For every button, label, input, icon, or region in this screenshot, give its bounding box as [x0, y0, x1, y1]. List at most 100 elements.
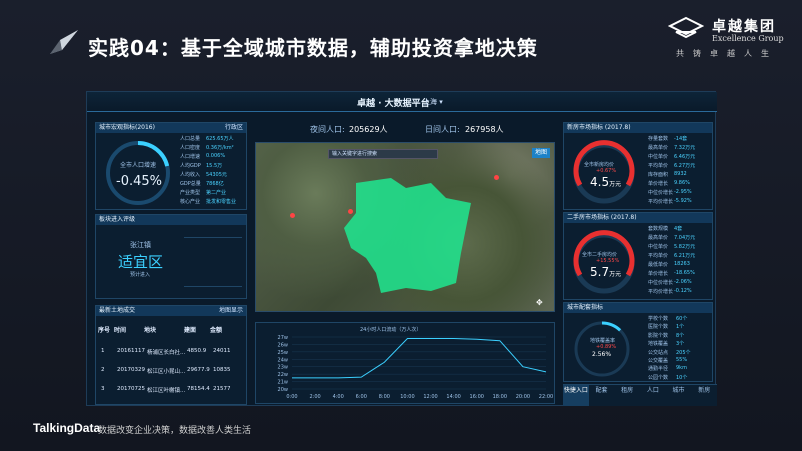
gauge-label: 地铁覆盖率 — [590, 338, 616, 344]
expand-icon[interactable]: ✥ — [536, 298, 543, 307]
quick-tabs: 快捷入口 配套 租房 人口 城市 新房 — [563, 384, 717, 406]
x-tick-label: 22:00 — [539, 394, 553, 400]
stat-row: 人口总量 625.65万人 — [180, 135, 234, 142]
brand-name-en: Excellence Group — [712, 34, 784, 43]
tab-0[interactable]: 快捷入口 — [563, 385, 589, 406]
table-cell[interactable]: 20170329 — [117, 367, 145, 373]
city-selector[interactable]: 上海 ▾ — [423, 97, 443, 107]
stat-value: 0.36万/km² — [206, 145, 234, 151]
slide: 实践04：基于全域城市数据，辅助投资拿地决策 卓越集团 Excellence G… — [0, 0, 802, 451]
stat-value: -2.06% — [674, 279, 692, 285]
table-cell[interactable]: 20161117 — [117, 348, 145, 354]
stat-key: 最高单价 — [648, 235, 669, 241]
gauge-value: 5.7万元 — [590, 265, 622, 279]
stat-row: 中位单价 5.82万元 — [648, 243, 695, 250]
map-marker-icon[interactable] — [348, 209, 353, 214]
stat-row: 公交站点 205个 — [648, 349, 691, 356]
stat-key: 人口总量 — [180, 136, 201, 142]
tab-3[interactable]: 人口 — [640, 385, 666, 406]
table-cell[interactable]: 10835 — [213, 367, 231, 373]
stat-value: 60个 — [676, 316, 688, 322]
triangle-logo-icon — [50, 30, 78, 54]
x-tick-label: 16:00 — [470, 394, 484, 400]
stat-value: 10个 — [676, 374, 688, 381]
stat-value: 7868亿 — [206, 181, 224, 187]
table-cell[interactable]: 松江区叶榭镇... — [147, 386, 185, 394]
stat-row: 人口密度 0.36万/km² — [180, 144, 234, 151]
tab-4[interactable]: 城市 — [666, 385, 692, 406]
map-button[interactable]: 地图 — [532, 148, 550, 158]
stat-value: -2.95% — [674, 189, 692, 195]
stat-row: 地铁覆盖 3个 — [648, 340, 684, 347]
stat-row: 人口增速 0.006% — [180, 153, 225, 160]
panel-title: 二手房市场指标 (2017.8) — [564, 213, 712, 223]
table-cell[interactable]: 3 — [101, 386, 105, 392]
entry-rating-panel: 板块进入评级 张江镇 适宜区 预计进入 — [95, 214, 247, 299]
stat-key: 单价增长 — [648, 271, 669, 277]
stat-value: 625.65万人 — [206, 136, 234, 142]
table-cell[interactable]: 4850.9 — [187, 348, 206, 354]
table-cell[interactable]: 杨浦区长白社... — [147, 348, 185, 356]
table-cell[interactable]: 松江区小昆山... — [147, 367, 185, 375]
stat-row: 中位价增长 -2.06% — [648, 279, 692, 286]
tab-5[interactable]: 新房 — [691, 385, 717, 406]
stat-key: 存量套数 — [648, 136, 669, 142]
stat-key: 平均价增长 — [648, 199, 674, 205]
stat-key: 医院个数 — [648, 324, 669, 331]
table-header: 序号 — [98, 327, 111, 334]
facility-panel: 城市配套指标 地铁覆盖率 +0.89% 2.56% 学校个数 60个 医院个数 1个影… — [563, 302, 713, 382]
stat-key: 公交站点 — [648, 349, 669, 356]
gauge-value: 2.56% — [592, 351, 612, 358]
tab-2[interactable]: 租房 — [614, 385, 640, 406]
y-tick-label: 23w — [278, 365, 288, 371]
stat-row: 公园个数 10个 — [648, 374, 687, 381]
stat-key: 单价增长 — [648, 181, 669, 187]
table-cell[interactable]: 24011 — [213, 348, 231, 354]
y-tick-label: 22w — [278, 372, 288, 378]
panel-title: 最新土地成交 地图显示 — [96, 306, 246, 316]
stat-value: 批发和零售业 — [206, 199, 237, 205]
stat-value: 205个 — [676, 349, 691, 356]
x-tick-label: 18:00 — [493, 394, 507, 400]
stat-row: 产业类型 第二产业 — [180, 189, 226, 196]
satellite-map[interactable]: 输入关键字进行搜索 地图 ✥ — [255, 142, 555, 312]
dashboard-title: 卓越 · 大数据平台 — [357, 99, 430, 109]
table-cell[interactable]: 2 — [101, 367, 105, 373]
tab-1[interactable]: 配套 — [589, 385, 615, 406]
table-cell[interactable]: 1 — [101, 348, 105, 354]
area-name: 张江镇 — [130, 241, 151, 249]
table-cell[interactable]: 20170725 — [117, 386, 145, 392]
district-tag[interactable]: 行政区 — [225, 123, 243, 133]
table-cell[interactable]: 78154.4 — [187, 386, 210, 392]
rating-value: 适宜区 — [118, 253, 164, 271]
stat-key: 人口密度 — [180, 145, 201, 151]
stat-value: 7.32万元 — [674, 145, 696, 151]
stat-value: 5.82万元 — [674, 244, 696, 250]
night-pop-label: 夜间人口: — [310, 125, 345, 134]
dashboard-screenshot: 卓越 · 大数据平台 上海 ▾ 夜间人口: 205629人 日间人口: 2679… — [86, 91, 717, 406]
map-marker-icon[interactable] — [290, 213, 295, 218]
map-search-input[interactable]: 输入关键字进行搜索 — [328, 149, 438, 159]
stat-key: 中位价增长 — [648, 190, 674, 196]
map-display-tag[interactable]: 地图显示 — [219, 306, 243, 316]
stat-row: 人均收入 54305元 — [180, 171, 227, 178]
table-cell[interactable]: 21577 — [213, 386, 231, 392]
stat-row: 平均价增长 -0.12% — [648, 288, 692, 295]
stat-key: 平均单价 — [648, 253, 669, 259]
stat-value: -18.65% — [674, 270, 695, 276]
district-highlight — [344, 178, 471, 293]
gauge-label: 全市二手房均价 — [582, 252, 618, 258]
stat-row: 单价增长 9.86% — [648, 180, 690, 187]
stat-key: 产业类型 — [180, 190, 201, 196]
stat-row: 核心产业 批发和零售业 — [180, 198, 236, 205]
stat-row: 学校个数 60个 — [648, 315, 687, 322]
slide-title: 实践04：基于全域城市数据，辅助投资拿地决策 — [88, 36, 538, 60]
stat-key: 通勤半径 — [648, 366, 669, 373]
stat-value: 第二产业 — [206, 190, 227, 196]
map-marker-icon[interactable] — [494, 175, 499, 180]
stat-key: 公园个数 — [648, 374, 669, 381]
x-tick-label: 2:00 — [309, 394, 320, 400]
flow-line-chart: 27w26w 25w24w 23w22w 21w20w0:00 2:00 4:00 6:00… — [278, 335, 554, 400]
pop-growth-value: -0.45% — [116, 174, 162, 189]
table-cell[interactable]: 29677.9 — [187, 367, 210, 373]
